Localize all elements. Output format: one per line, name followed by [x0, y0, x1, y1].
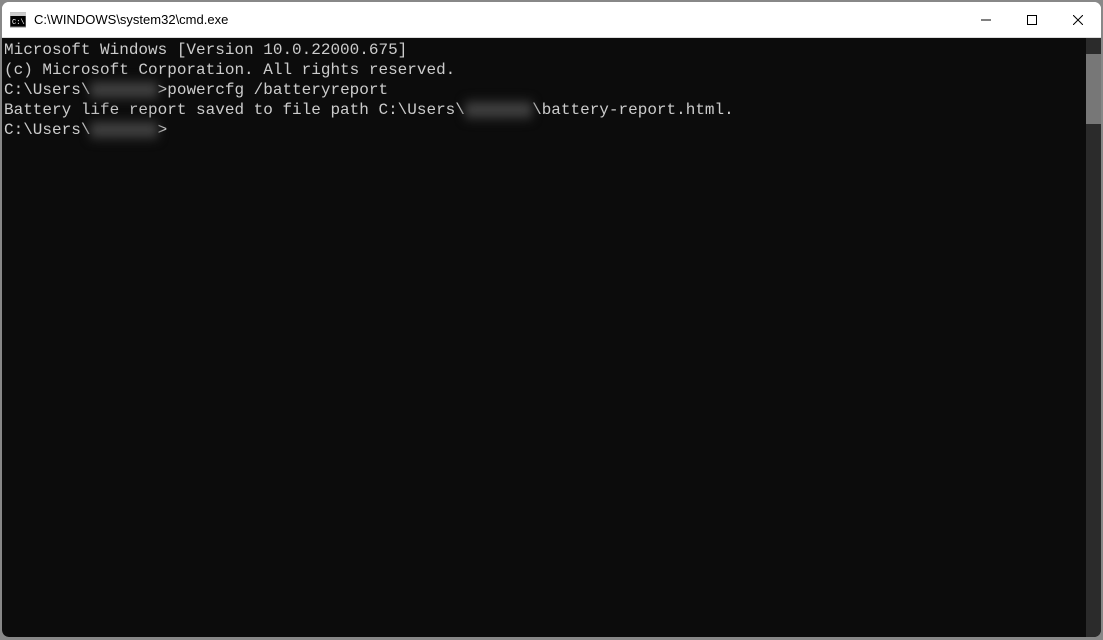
close-button[interactable] — [1055, 2, 1101, 37]
terminal-line: (c) Microsoft Corporation. All rights re… — [4, 60, 1101, 80]
redacted-username: xxxxxxx — [90, 120, 157, 140]
prompt-prefix: C:\Users\ — [4, 81, 90, 99]
maximize-button[interactable] — [1009, 2, 1055, 37]
titlebar[interactable]: C:\ C:\WINDOWS\system32\cmd.exe — [2, 2, 1101, 38]
cmd-icon: C:\ — [10, 12, 26, 28]
minimize-button[interactable] — [963, 2, 1009, 37]
output-prefix: Battery life report saved to file path C… — [4, 101, 465, 119]
terminal-output[interactable]: Microsoft Windows [Version 10.0.22000.67… — [2, 38, 1101, 637]
prompt-prefix: C:\Users\ — [4, 121, 90, 139]
cmd-window: C:\ C:\WINDOWS\system32\cmd.exe Microsof… — [1, 1, 1102, 638]
terminal-output-line: Battery life report saved to file path C… — [4, 100, 1101, 120]
redacted-username: xxxxxxx — [465, 100, 532, 120]
terminal-prompt-line: C:\Users\xxxxxxx>powercfg /batteryreport — [4, 80, 1101, 100]
scrollbar-thumb[interactable] — [1086, 54, 1101, 124]
window-controls — [963, 2, 1101, 37]
terminal-line: Microsoft Windows [Version 10.0.22000.67… — [4, 40, 1101, 60]
prompt-command: >powercfg /batteryreport — [158, 81, 388, 99]
prompt-caret: > — [158, 121, 168, 139]
scrollbar-track[interactable] — [1086, 38, 1101, 637]
terminal-prompt-line: C:\Users\xxxxxxx> — [4, 120, 1101, 140]
window-title: C:\WINDOWS\system32\cmd.exe — [34, 12, 963, 27]
redacted-username: xxxxxxx — [90, 80, 157, 100]
svg-text:C:\: C:\ — [12, 19, 25, 27]
output-suffix: \battery-report.html. — [532, 101, 734, 119]
